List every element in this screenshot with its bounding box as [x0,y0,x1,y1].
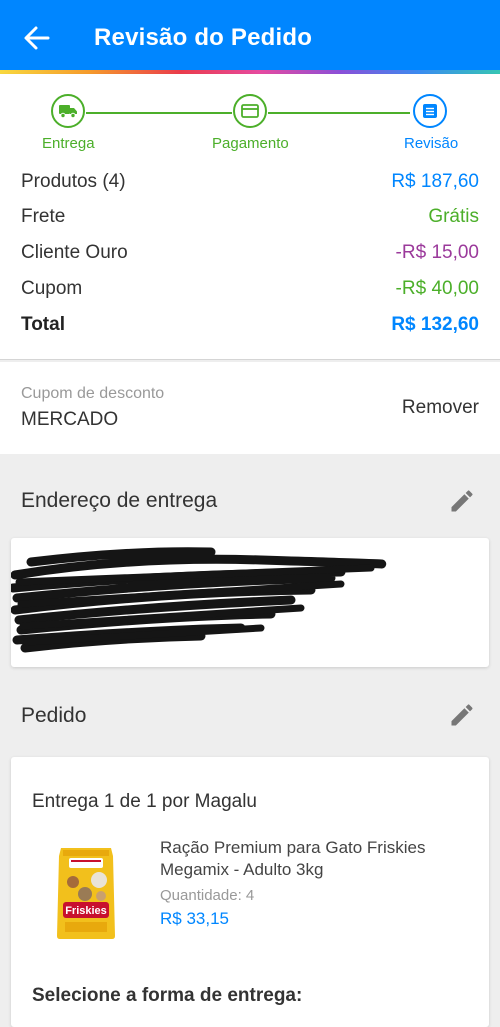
summary-label: Cliente Ouro [21,242,128,263]
total-label: Total [21,314,65,335]
summary-row-cliente-ouro: Cliente Ouro -R$ 15,00 [21,239,479,267]
edit-order-button[interactable] [448,701,476,729]
quantity-label: Quantidade: [160,887,242,904]
summary-row-cupom: Cupom -R$ 40,00 [21,275,479,303]
credit-card-icon [241,104,259,118]
redacted-address-scribble [11,547,387,653]
address-card[interactable] [11,538,489,667]
coupon-caption: Cupom de desconto [21,385,165,402]
step-entrega[interactable] [51,94,85,128]
step-label-pagamento: Pagamento [212,135,289,152]
summary-value: Grátis [428,206,479,227]
summary-value: R$ 187,60 [391,171,479,192]
checkout-stepper: Entrega Pagamento Revisão [0,74,500,172]
address-section-title: Endereço de entrega [21,489,218,512]
summary-label: Frete [21,206,66,227]
order-section-title: Pedido [21,704,87,727]
step-label-entrega: Entrega [42,135,95,152]
step-pagamento[interactable] [233,94,267,128]
arrow-back-icon [24,26,50,50]
product-name[interactable]: Ração Premium para Gato Friskies Megamix… [160,837,470,881]
coupon-section: Cupom de desconto MERCADO Remover [0,362,500,454]
summary-row-frete: Frete Grátis [21,203,479,231]
summary-row-total: Total R$ 132,60 [21,311,479,339]
product-quantity: Quantidade: 4 [160,887,254,904]
order-summary: Produtos (4) R$ 187,60 Frete Grátis Clie… [0,171,500,360]
order-card: Entrega 1 de 1 por Magalu Friskies Ração… [11,757,489,1027]
edit-address-button[interactable] [448,487,476,515]
stepper-connector [268,112,410,114]
summary-value: -R$ 15,00 [395,242,479,263]
document-icon [423,104,437,118]
summary-label: Produtos (4) [21,171,126,192]
pencil-icon [451,490,473,512]
remove-coupon-button[interactable]: Remover [402,397,479,419]
app-bar: Revisão do Pedido [0,0,500,70]
product-price: R$ 33,15 [160,909,229,928]
pencil-icon [451,704,473,726]
step-revisao[interactable] [413,94,447,128]
total-value: R$ 132,60 [391,314,479,335]
product-brand-logo: Friskies [65,905,107,917]
back-button[interactable] [22,24,52,52]
delivery-method-heading: Selecione a forma de entrega: [32,985,303,1006]
quantity-value: 4 [245,887,255,904]
page-title: Revisão do Pedido [94,24,313,51]
step-label-revisao: Revisão [404,135,459,152]
truck-icon [59,105,77,118]
stepper-connector [86,112,232,114]
summary-label: Cupom [21,278,83,299]
delivery-title: Entrega 1 de 1 por Magalu [32,791,257,812]
summary-value: -R$ 40,00 [395,278,479,299]
summary-row-produtos: Produtos (4) R$ 187,60 [21,168,479,196]
product-image[interactable]: Friskies [55,846,117,940]
coupon-code: MERCADO [21,409,119,430]
